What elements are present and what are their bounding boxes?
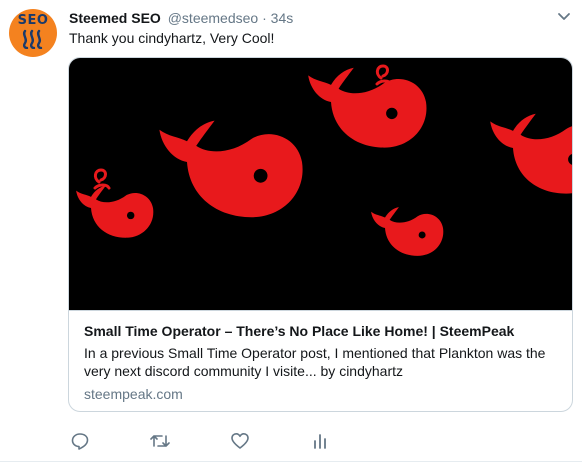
like-button[interactable] bbox=[229, 430, 251, 452]
tweet-text: Thank you cindyhartz, Very Cool! bbox=[69, 30, 275, 46]
avatar-logo-text: SEO bbox=[17, 13, 49, 28]
reply-icon bbox=[71, 433, 89, 450]
link-card[interactable]: Small Time Operator – There’s No Place L… bbox=[68, 57, 573, 412]
display-name[interactable]: Steemed SEO bbox=[69, 10, 161, 26]
analytics-icon bbox=[314, 434, 326, 449]
timestamp[interactable]: 34s bbox=[271, 10, 294, 26]
handle[interactable]: @steemedseo bbox=[168, 10, 258, 26]
tweet-header: Steemed SEO @steemedseo · 34s bbox=[69, 9, 293, 27]
card-image[interactable] bbox=[69, 58, 572, 311]
card-domain: steempeak.com bbox=[84, 386, 183, 402]
tweet: SEO Steemed SEO @steemedseo · 34s Thank … bbox=[0, 0, 582, 462]
caret-down-icon[interactable] bbox=[557, 12, 571, 22]
card-description: In a previous Small Time Operator post, … bbox=[84, 345, 546, 379]
retweet-button[interactable] bbox=[149, 430, 171, 452]
tweet-actions bbox=[69, 430, 339, 452]
separator-dot: · bbox=[262, 10, 267, 26]
reply-button[interactable] bbox=[69, 430, 91, 452]
avatar-waves-icon bbox=[22, 29, 43, 49]
retweet-icon bbox=[150, 435, 170, 447]
analytics-button[interactable] bbox=[309, 430, 331, 452]
card-title[interactable]: Small Time Operator – There’s No Place L… bbox=[84, 322, 562, 340]
avatar[interactable]: SEO bbox=[9, 9, 57, 57]
whales-illustration bbox=[76, 64, 572, 256]
like-icon bbox=[231, 433, 249, 449]
